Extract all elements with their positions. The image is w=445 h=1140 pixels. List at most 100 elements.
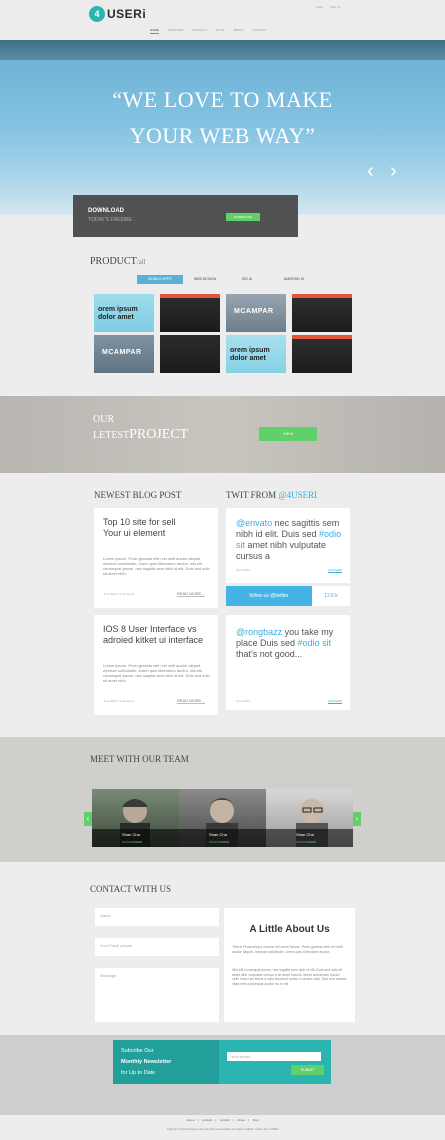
tweet-card: @rongbazz you take my place Duis sed #od…: [226, 615, 350, 710]
product-title: PRODUCT/all: [90, 256, 146, 267]
product-tile[interactable]: orem ipsum dolor amet: [94, 294, 154, 332]
footer-link-about[interactable]: About: [237, 1118, 245, 1122]
about-box: A Little About Us This is Photoshop's ve…: [224, 908, 355, 1022]
tweet-meta: June 2013: [236, 568, 251, 572]
newsletter-submit-button[interactable]: SUBMIT: [291, 1065, 324, 1075]
footer-link-blog[interactable]: blog: [253, 1118, 259, 1122]
download-subtitle: TODAY'S FREEBIE: [88, 217, 132, 223]
project-heading-project: PROJECT: [129, 427, 189, 442]
read-more-link[interactable]: READ MORE...: [177, 591, 205, 597]
tile-text: orem ipsum dolor amet: [98, 306, 138, 321]
tweet-meta: June 2013: [236, 699, 251, 703]
team-member-card[interactable]: Shan Cha CO-FOUNDER: [179, 789, 266, 847]
product-tile[interactable]: MCAMPAR: [226, 294, 286, 332]
nav-item-about[interactable]: ABOUT: [233, 28, 243, 32]
nav-item-product[interactable]: PRODUCT: [192, 28, 207, 32]
blog-post-title[interactable]: IOS 8 User Interface vs adroied kitket u…: [103, 624, 215, 646]
project-view-button[interactable]: VIEW: [259, 427, 317, 441]
message-field-placeholder: Message: [100, 973, 117, 978]
login-link[interactable]: Login: [316, 5, 323, 9]
about-text: This is Photoshop's version of Lorem Ips…: [232, 945, 343, 954]
project-heading: LETESTPROJECT: [93, 427, 188, 443]
twitter-title-text: TWIT FROM: [226, 490, 277, 500]
nav-item-contact[interactable]: CONTACT: [253, 28, 267, 32]
blog-card[interactable]: IOS 8 User Interface vs adroied kitket u…: [94, 615, 218, 715]
tab-ios-ui[interactable]: IOS UI: [227, 275, 267, 284]
main-nav: HOME FEATURES PRODUCT BLOG ABOUT CONTACT: [150, 28, 300, 36]
slider-next-icon[interactable]: ›: [390, 160, 397, 183]
product-tile[interactable]: [292, 294, 352, 332]
slider-prev-icon[interactable]: ‹: [367, 160, 374, 183]
member-role: CO-FOUNDER: [209, 840, 230, 844]
follow-twitter-button[interactable]: follow us @twitter: [226, 586, 312, 606]
product-tile[interactable]: MCAMPAR: [94, 335, 154, 373]
logo-text[interactable]: USERi: [107, 7, 146, 21]
blog-card[interactable]: Top 10 site for sell Your ui element Lor…: [94, 508, 218, 608]
tweet-link[interactable]: @4USERI: [328, 568, 342, 573]
about-text: Nisi elit consequat ipsum, nec sagittis …: [232, 968, 347, 986]
member-role: CO-FOUNDER: [122, 840, 143, 844]
tweet-text-part: that's not good...: [236, 649, 303, 659]
footer-link-contact[interactable]: contact: [220, 1118, 230, 1122]
product-tile[interactable]: [292, 335, 352, 373]
tweet-mention[interactable]: @envato: [236, 518, 272, 528]
tweet-mention[interactable]: @rongbazz: [236, 627, 282, 637]
signup-link[interactable]: Sign up: [330, 5, 340, 9]
nav-item-features[interactable]: FEATURES: [168, 28, 184, 32]
hero-headline-line2: YOUR WEB WAY”: [129, 123, 316, 148]
nav-item-blog[interactable]: BLOG: [216, 28, 224, 32]
team-member-card[interactable]: Shan Cha CO-FOUNDER: [92, 789, 179, 847]
footer-link-home[interactable]: Home: [187, 1118, 195, 1122]
tweet-hashtag[interactable]: #odio sit: [298, 638, 332, 648]
product-title-suffix: /all: [136, 258, 146, 266]
product-tile[interactable]: [160, 335, 220, 373]
footer-link-product[interactable]: product: [202, 1118, 212, 1122]
project-heading-our: OUR: [93, 414, 115, 425]
member-name: Shan Cha: [296, 832, 314, 837]
email-field-placeholder: Your Email please: [100, 943, 133, 948]
newsletter-text-panel: Subcribe Our Monthly Newsletter for Up t…: [113, 1040, 219, 1084]
newsletter-line: Subcribe Our: [121, 1048, 154, 1054]
tab-mobile-apps[interactable]: MOBILE APPS: [137, 275, 183, 284]
name-field[interactable]: Name: [95, 908, 219, 926]
member-name: Shan Cha: [209, 832, 227, 837]
product-title-main: PRODUCT: [90, 256, 137, 267]
hero-headline-line1: “WE LOVE TO MAKE: [112, 87, 333, 112]
top-links: Login Sign up: [310, 5, 340, 9]
tweet-card: @envato nec sagittis sem nibh id elit. D…: [226, 508, 350, 583]
product-tile[interactable]: [160, 294, 220, 332]
team-next-icon[interactable]: ›: [353, 812, 361, 826]
email-field[interactable]: Your Email please: [95, 938, 219, 956]
tweet-link[interactable]: @4USERI: [328, 699, 342, 704]
tile-brand: MCAMPAR: [102, 349, 142, 356]
download-button[interactable]: DOWNLOAD: [226, 213, 260, 221]
name-field-placeholder: Name: [100, 913, 111, 918]
tweet-text: @envato nec sagittis sem nibh id elit. D…: [236, 518, 346, 562]
blog-title: NEWEST BLOG POST: [94, 490, 182, 500]
nav-item-home[interactable]: HOME: [150, 28, 159, 34]
newsletter-line: Monthly Newsletter: [121, 1059, 172, 1065]
blog-post-body: Lorem ipsum. Proin gravida nibh vel veli…: [103, 663, 210, 683]
message-field[interactable]: Message: [95, 968, 219, 1022]
about-title: A Little About Us: [249, 924, 330, 935]
team-title: MEET WITH OUR TEAM: [90, 754, 189, 764]
download-box: DOWNLOAD TODAY'S FREEBIE DOWNLOAD: [73, 195, 298, 237]
logo-icon[interactable]: 4: [89, 6, 105, 22]
contact-title: CONTACT WITH US: [90, 884, 171, 894]
team-prev-icon[interactable]: ‹: [84, 812, 92, 826]
newsletter-email-input[interactable]: Your email: [227, 1052, 321, 1061]
read-more-link[interactable]: READ MORE...: [177, 698, 205, 704]
member-role: CO-FOUNDER: [296, 840, 317, 844]
tab-android-ui[interactable]: ANDROID UI: [269, 275, 319, 284]
team-member-card[interactable]: Shan Cha CO-FOUNDER: [266, 789, 353, 847]
newsletter-line: for Up to Date: [121, 1070, 156, 1076]
newsletter-email-placeholder: Your email: [231, 1054, 250, 1059]
product-tile[interactable]: orem ipsum dolor amet: [226, 335, 286, 373]
tab-web-design[interactable]: WEB DESIGN: [185, 275, 225, 284]
newsletter-box: Subcribe Our Monthly Newsletter for Up t…: [113, 1040, 331, 1084]
twitter-title: TWIT FROM @4USERI: [226, 490, 317, 500]
twitter-handle[interactable]: @4USERI: [278, 490, 317, 500]
blog-post-title[interactable]: Top 10 site for sell Your ui element: [103, 517, 183, 539]
footer-links: Home | product | contact | About | blog: [186, 1118, 259, 1122]
tweet-text-part: amet nibh vulputate cursus a: [236, 540, 327, 561]
